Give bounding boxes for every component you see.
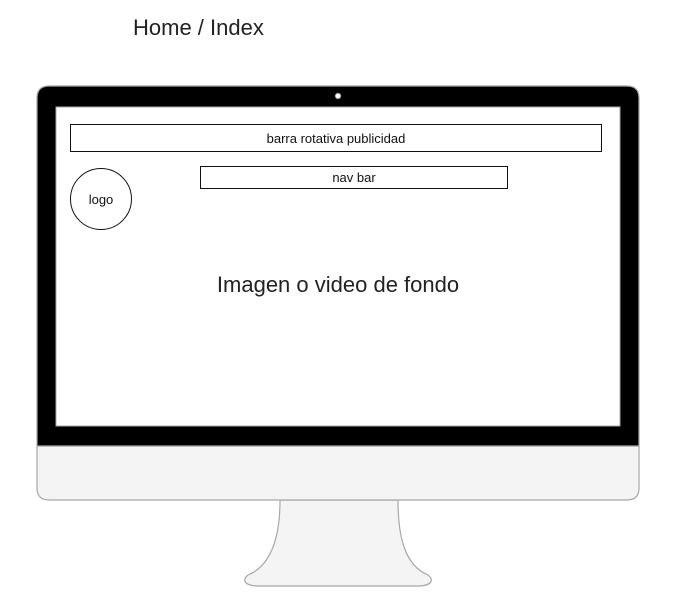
ad-rotating-bar: barra rotativa publicidad [70,124,602,152]
monitor-stand [244,499,432,587]
monitor-chin [36,445,640,501]
nav-bar: nav bar [200,166,508,189]
nav-bar-label: nav bar [332,170,376,185]
logo: logo [70,168,132,230]
background-media-label: Imagen o video de fondo [216,272,460,297]
ad-rotating-bar-label: barra rotativa publicidad [266,130,406,146]
monitor-screen [55,106,621,427]
logo-label: logo [88,191,114,207]
camera-icon [334,92,342,100]
wireframe-page: Home / Index barra rotativa publicidad n… [0,0,685,599]
